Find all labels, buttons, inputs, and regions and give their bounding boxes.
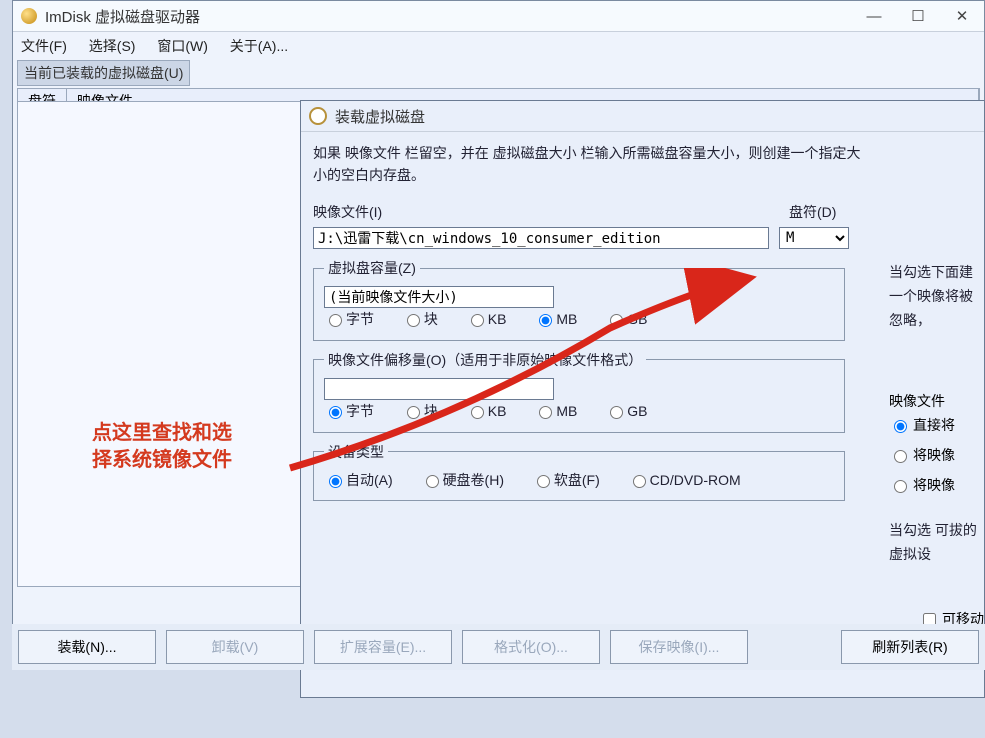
drive-letter-select[interactable]: M [779, 227, 849, 249]
menu-file[interactable]: 文件(F) [21, 36, 67, 56]
save-button[interactable]: 保存映像(I)... [610, 630, 748, 664]
menubar: 文件(F) 选择(S) 窗口(W) 关于(A)... [13, 32, 984, 60]
offset-unit-byte[interactable]: 字节 [324, 400, 374, 422]
offset-unit-mb[interactable]: MB [534, 400, 577, 422]
titlebar: ImDisk 虚拟磁盘驱动器 — ☐ ✕ [13, 1, 984, 32]
image-file-input[interactable] [313, 227, 769, 249]
right-note-1: 当勾选下面建一个映像将被忽略， [889, 261, 984, 332]
dialog-description: 如果 映像文件 栏留空，并在 虚拟磁盘大小 栏输入所需磁盘容量大小，则创建一个指… [313, 142, 873, 187]
drive-letter-label: 盘符(D) [789, 201, 836, 223]
device-cd[interactable]: CD/DVD-ROM [628, 469, 741, 491]
device-group: 设备类型 自动(A) 硬盘卷(H) 软盘(F) CD/DVD-ROM [313, 441, 845, 502]
image-file-label: 映像文件(I) [313, 201, 773, 223]
menu-select[interactable]: 选择(S) [89, 36, 136, 56]
size-input[interactable] [324, 286, 554, 308]
offset-legend: 映像文件偏移量(O)（适用于非原始映像文件格式） [324, 349, 646, 371]
menu-about[interactable]: 关于(A)... [230, 36, 288, 56]
extend-button[interactable]: 扩展容量(E)... [314, 630, 452, 664]
window-title: ImDisk 虚拟磁盘驱动器 [45, 6, 852, 27]
maximize-button[interactable]: ☐ [896, 2, 940, 30]
unmount-button[interactable]: 卸载(V) [166, 630, 304, 664]
offset-unit-gb[interactable]: GB [605, 400, 647, 422]
right-opt-c[interactable]: 将映像 [889, 475, 984, 495]
unit-byte[interactable]: 字节 [324, 308, 374, 330]
right-note-2: 当勾选 可拔的虚拟设 [889, 519, 984, 567]
unit-kb[interactable]: KB [466, 308, 507, 330]
unit-mb[interactable]: MB [534, 308, 577, 330]
offset-group: 映像文件偏移量(O)（适用于非原始映像文件格式） 字节 块 KB MB GB [313, 349, 845, 433]
offset-input[interactable] [324, 378, 554, 400]
section-label: 当前已装载的虚拟磁盘(U) [17, 60, 190, 86]
mount-dialog: 装载虚拟磁盘 如果 映像文件 栏留空，并在 虚拟磁盘大小 栏输入所需磁盘容量大小… [300, 100, 985, 698]
right-opt-b[interactable]: 将映像 [889, 445, 984, 465]
close-button[interactable]: ✕ [940, 2, 984, 30]
size-group: 虚拟盘容量(Z) 字节 块 KB MB GB [313, 257, 845, 340]
minimize-button[interactable]: — [852, 2, 896, 30]
dialog-title: 装载虚拟磁盘 [335, 106, 984, 127]
device-auto[interactable]: 自动(A) [324, 469, 393, 491]
format-button[interactable]: 格式化(O)... [462, 630, 600, 664]
offset-unit-block[interactable]: 块 [402, 400, 438, 422]
device-floppy[interactable]: 软盘(F) [532, 469, 600, 491]
button-row: 装载(N)... 卸载(V) 扩展容量(E)... 格式化(O)... 保存映像… [12, 624, 985, 670]
offset-unit-kb[interactable]: KB [466, 400, 507, 422]
refresh-button[interactable]: 刷新列表(R) [841, 630, 979, 664]
disc-icon [309, 107, 327, 125]
right-opt-label: 映像文件 [889, 391, 984, 411]
right-opt-a[interactable]: 直接将 [889, 415, 984, 435]
mount-button[interactable]: 装载(N)... [18, 630, 156, 664]
menu-window[interactable]: 窗口(W) [157, 36, 208, 56]
app-icon [21, 8, 37, 24]
right-options: 映像文件 直接将 将映像 将映像 [889, 391, 984, 505]
device-legend: 设备类型 [324, 441, 388, 463]
size-legend: 虚拟盘容量(Z) [324, 257, 420, 279]
dialog-titlebar: 装载虚拟磁盘 [301, 101, 984, 132]
unit-gb[interactable]: GB [605, 308, 647, 330]
unit-block[interactable]: 块 [402, 308, 438, 330]
annotation-text: 点这里查找和选 择系统镜像文件 [92, 420, 232, 474]
device-hdd[interactable]: 硬盘卷(H) [421, 469, 504, 491]
